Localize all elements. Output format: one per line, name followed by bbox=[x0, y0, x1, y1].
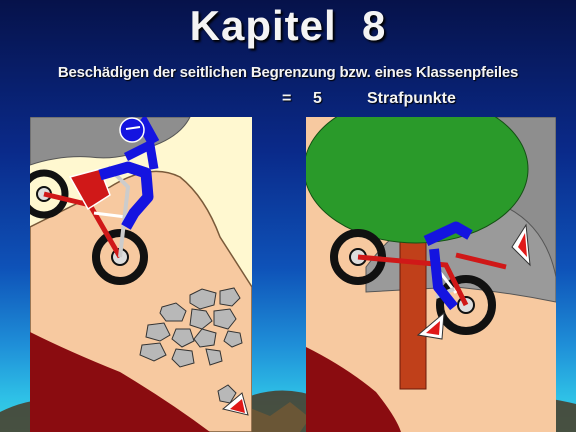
illustration-left-panel bbox=[30, 117, 252, 432]
slide-title: Kapitel 8 bbox=[189, 2, 387, 49]
penalty-equals: = bbox=[282, 90, 292, 107]
penalty-points: 5 bbox=[313, 90, 322, 107]
illustration-right-panel bbox=[306, 117, 556, 432]
penalty-label: Strafpunkte bbox=[367, 90, 456, 107]
slide-subtitle: Beschädigen der seitlichen Begrenzung bz… bbox=[57, 64, 519, 81]
